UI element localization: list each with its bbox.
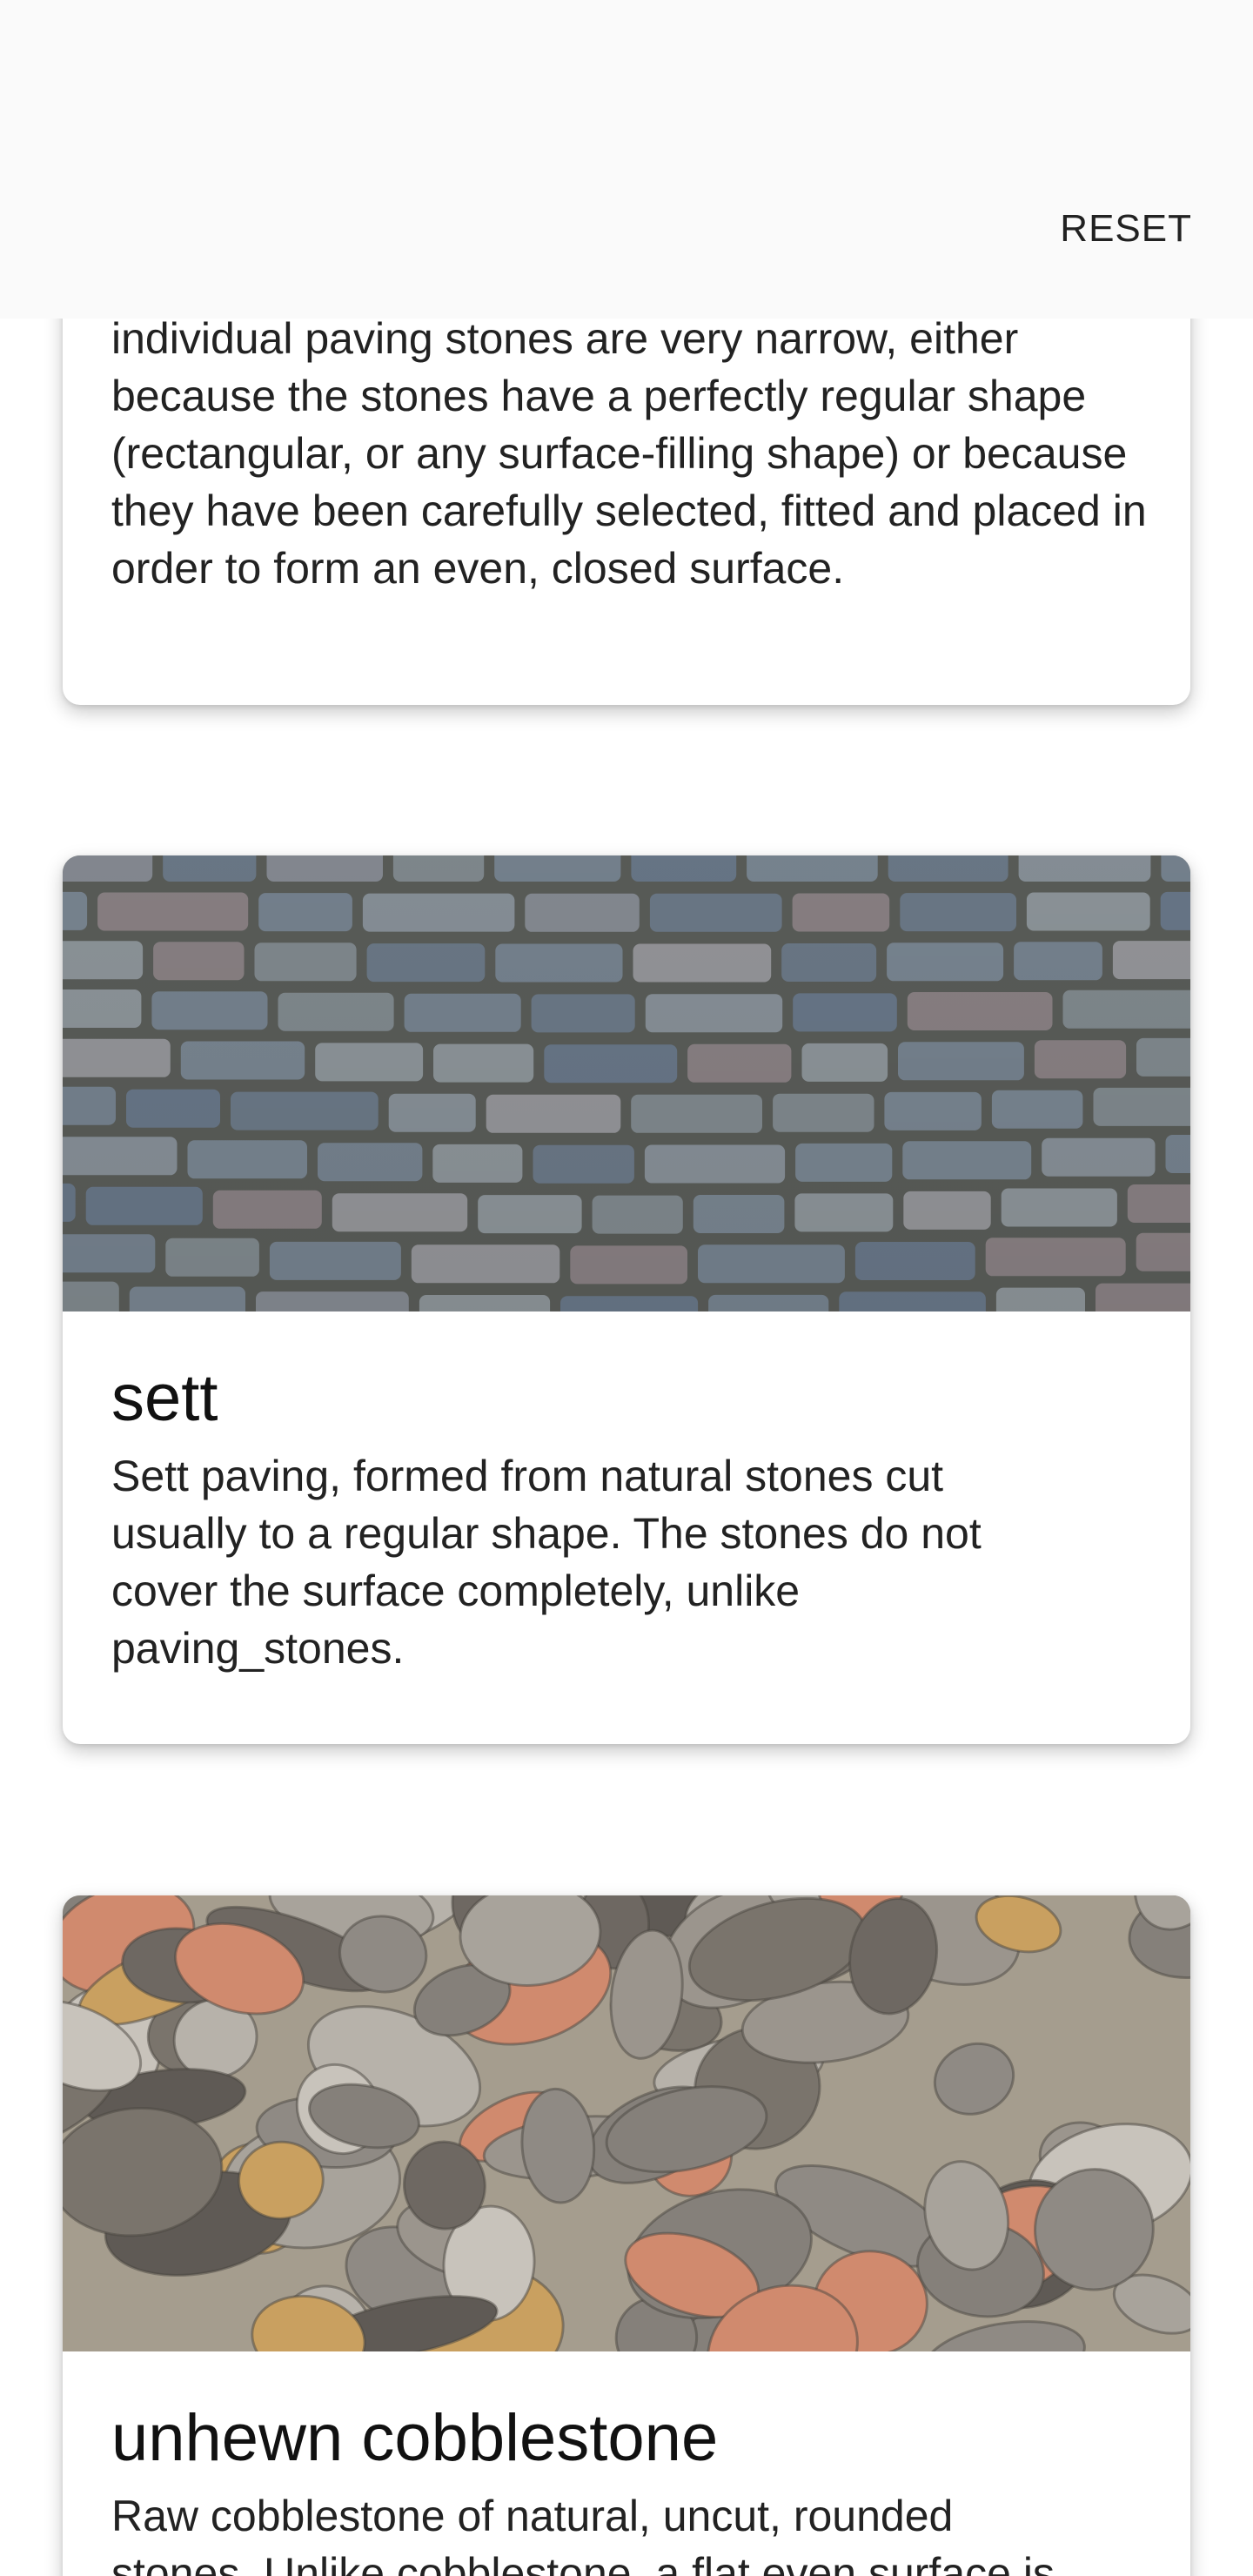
sett-photo: [63, 855, 1190, 1311]
card-description: Sett paving, formed from natural stones …: [111, 1451, 982, 1673]
surface-card-sett[interactable]: sett Sett paving, formed from natural st…: [63, 855, 1190, 1744]
card-title: sett: [111, 1361, 218, 1435]
card-description: Raw cobblestone of natural, uncut, round…: [111, 2491, 1055, 2576]
top-app-bar: RESET: [0, 0, 1253, 319]
page: RESET individual paving stones are very …: [0, 0, 1253, 2576]
unhewn-cobblestone-photo: [63, 1895, 1190, 2351]
card-title: unhewn cobblestone: [111, 2401, 719, 2475]
surface-card-unhewn-cobblestone[interactable]: unhewn cobblestone Raw cobblestone of na…: [63, 1895, 1190, 2576]
reset-button[interactable]: RESET: [1060, 207, 1192, 251]
card-description: individual paving stones are very narrow…: [111, 314, 1147, 593]
